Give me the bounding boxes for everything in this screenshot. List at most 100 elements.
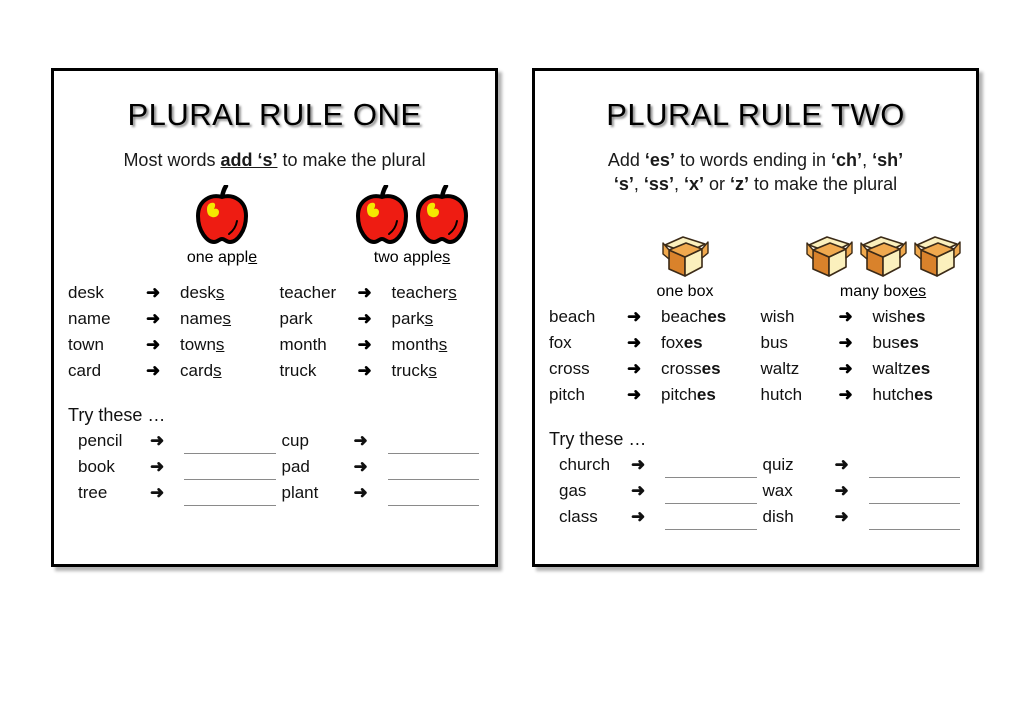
arrow-icon: ➜ [627,358,642,378]
example-row: desk ➜ desks [68,283,280,309]
arrow-icon: ➜ [627,306,642,326]
example-singular: fox [549,332,572,352]
many-boxes-art [783,217,983,279]
rule-two-subtitle-line2: ‘s’, ‘ss’, ‘x’ or ‘z’ to make the plural [613,173,898,194]
rule-one-illustrations: one apple two apples [54,183,495,279]
example-singular: truck [279,360,317,380]
apple-icon [415,184,469,244]
answer-blank[interactable] [665,488,757,504]
rule-one-try-these-heading: Try these … [68,404,166,425]
answer-blank[interactable] [387,438,479,454]
try-row: pencil ➜ [78,428,282,454]
many-boxes-label: many boxes [839,282,927,300]
example-row: hutch ➜ hutches [761,385,973,411]
rule-one-subtitle-post: to make the plural [277,150,426,170]
example-row: beach ➜ beaches [549,307,761,333]
example-plural: months [391,334,448,354]
try-these-right-column: quiz ➜ wax ➜ dish ➜ [763,452,967,530]
answer-blank[interactable] [184,490,276,506]
arrow-icon: ➜ [838,332,853,352]
one-box-art [595,217,775,279]
try-word: tree [78,482,108,502]
rule-two-examples: beach ➜ beaches fox ➜ foxes cross ➜ cros… [535,307,976,411]
arrow-icon: ➜ [150,457,165,477]
try-these-left-column: pencil ➜ book ➜ tree ➜ [78,428,282,506]
example-plural: desks [180,282,225,302]
example-singular: park [279,308,313,328]
arrow-icon: ➜ [146,360,161,380]
example-row: teacher ➜ teachers [280,283,492,309]
arrow-icon: ➜ [627,384,642,404]
try-word: pencil [78,430,123,450]
answer-blank[interactable] [387,490,479,506]
answer-blank[interactable] [868,488,960,504]
arrow-icon: ➜ [146,282,161,302]
example-plural: parks [391,308,434,328]
arrow-icon: ➜ [353,483,368,503]
one-apple-label: one apple [186,248,258,266]
try-row: cup ➜ [282,428,486,454]
arrow-icon: ➜ [838,384,853,404]
example-singular: name [68,308,111,328]
box-icon [914,235,961,277]
try-row: church ➜ [559,452,763,478]
example-plural: waltzes [872,358,931,378]
try-row: plant ➜ [282,480,486,506]
rule-two-subtitle: Add ‘es’ to words ending in ‘ch’, ‘sh’ ‘… [535,149,976,197]
try-word: plant [281,482,319,502]
try-row: book ➜ [78,454,282,480]
example-plural: cards [180,360,222,380]
rule-one-examples-right-column: teacher ➜ teachers park ➜ parks month ➜ … [280,283,492,387]
rule-two-try-these: church ➜ gas ➜ class ➜ quiz ➜ wax ➜ dish… [535,452,976,530]
many-boxes-group: many boxes [783,217,983,301]
example-row: cross ➜ crosses [549,359,761,385]
example-plural: pitches [661,384,716,404]
arrow-icon: ➜ [631,481,646,500]
two-apples-label: two apples [373,248,451,266]
try-word: wax [762,480,793,500]
answer-blank[interactable] [665,462,757,478]
example-singular: teacher [279,282,337,302]
answer-blank[interactable] [665,514,757,530]
example-row: card ➜ cards [68,361,280,387]
arrow-icon: ➜ [150,483,165,503]
two-apples-art [322,183,502,245]
example-singular: cross [549,358,590,378]
answer-blank[interactable] [868,462,960,478]
arrow-icon: ➜ [353,457,368,477]
rule-two-examples-right-column: wish ➜ wishes bus ➜ buses waltz ➜ waltze… [761,307,973,411]
answer-blank[interactable] [868,514,960,530]
example-singular: desk [68,282,104,302]
try-word: dish [762,506,794,526]
answer-blank[interactable] [184,438,276,454]
example-plural: names [180,308,232,328]
example-plural: towns [180,334,225,354]
example-singular: waltz [760,358,800,378]
arrow-icon: ➜ [357,308,372,328]
try-word: book [78,456,115,476]
answer-blank[interactable] [184,464,276,480]
example-singular: pitch [549,384,585,404]
example-row: pitch ➜ pitches [549,385,761,411]
rule-two-examples-left-column: beach ➜ beaches fox ➜ foxes cross ➜ cros… [549,307,761,411]
arrow-icon: ➜ [353,431,368,451]
example-singular: beach [549,306,596,326]
arrow-icon: ➜ [627,332,642,352]
arrow-icon: ➜ [357,282,372,302]
apple-icon [355,184,409,244]
try-word: church [559,454,611,474]
try-row: pad ➜ [282,454,486,480]
box-icon [806,235,853,277]
example-row: fox ➜ foxes [549,333,761,359]
apple-icon [195,184,249,244]
arrow-icon: ➜ [146,308,161,328]
try-word: quiz [762,454,794,474]
page-title-rule-one: PLURAL RULE ONE [127,97,422,132]
answer-blank[interactable] [387,464,479,480]
example-plural: wishes [872,306,926,326]
rule-one-subtitle-pre: Most words [123,150,221,170]
rule-one-examples-left-column: desk ➜ desks name ➜ names town ➜ towns c… [68,283,280,387]
rule-one-subtitle: Most words add ‘s’ to make the plural [54,149,495,173]
try-these-left-column: church ➜ gas ➜ class ➜ [559,452,763,530]
example-plural: buses [872,332,919,352]
